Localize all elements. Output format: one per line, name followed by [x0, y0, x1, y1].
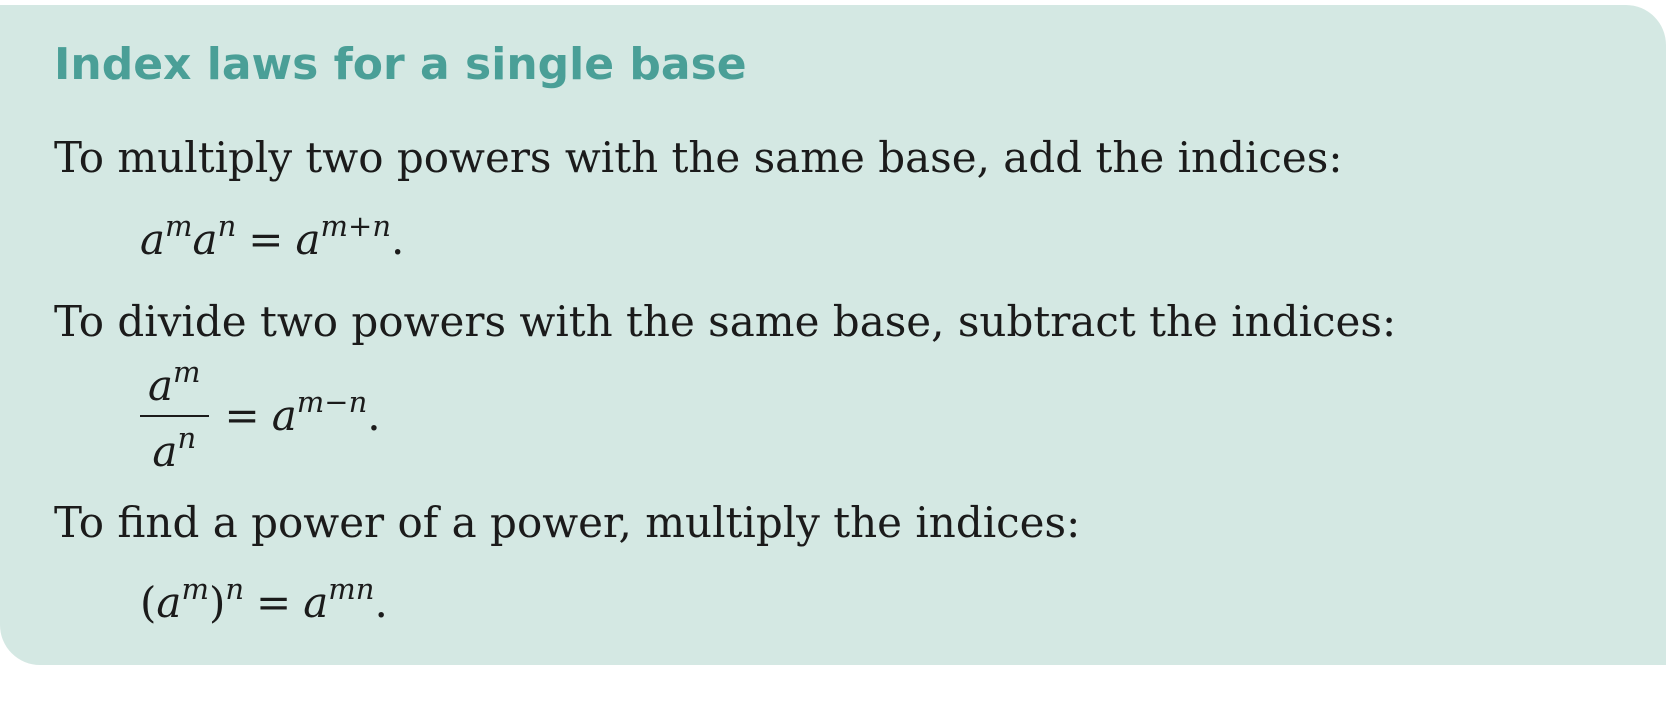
rule-1-formula: aman = am+n. [140, 212, 404, 261]
period: . [374, 578, 388, 627]
equals-sign: = [256, 578, 292, 627]
base: a [271, 391, 297, 440]
period: . [391, 215, 405, 264]
rule-3-statement: To find a power of a power, multiply the… [54, 498, 1081, 547]
rule-1-statement: To multiply two powers with the same bas… [54, 133, 1343, 182]
rule-2-formula: am an = am−n. [140, 355, 381, 473]
fraction-denominator: an [140, 415, 209, 473]
exponent-n: n [217, 209, 237, 243]
rule-3-formula: (am)n = amn. [140, 575, 388, 624]
fraction: am an [140, 355, 209, 473]
exponent-m: m [181, 572, 209, 606]
base: a [303, 578, 329, 627]
result-exponent: mn [328, 572, 375, 606]
result-exponent: m+n [320, 209, 392, 243]
exponent-n: n [225, 572, 245, 606]
rule-2-statement: To divide two powers with the same base,… [54, 297, 1397, 346]
right-paren: ) [208, 578, 226, 627]
base: a [192, 215, 218, 264]
equals-sign: = [248, 215, 284, 264]
left-paren: ( [140, 578, 157, 627]
fraction-numerator: am [148, 355, 201, 410]
equals-sign: = [224, 391, 260, 440]
base: a [140, 215, 166, 264]
base: a [295, 215, 321, 264]
base: a [156, 578, 182, 627]
period: . [367, 391, 381, 440]
box-title: Index laws for a single base [54, 39, 747, 90]
result-exponent: m−n [296, 385, 368, 419]
exponent-m: m [165, 209, 193, 243]
index-laws-box: Index laws for a single base To multiply… [0, 5, 1666, 665]
